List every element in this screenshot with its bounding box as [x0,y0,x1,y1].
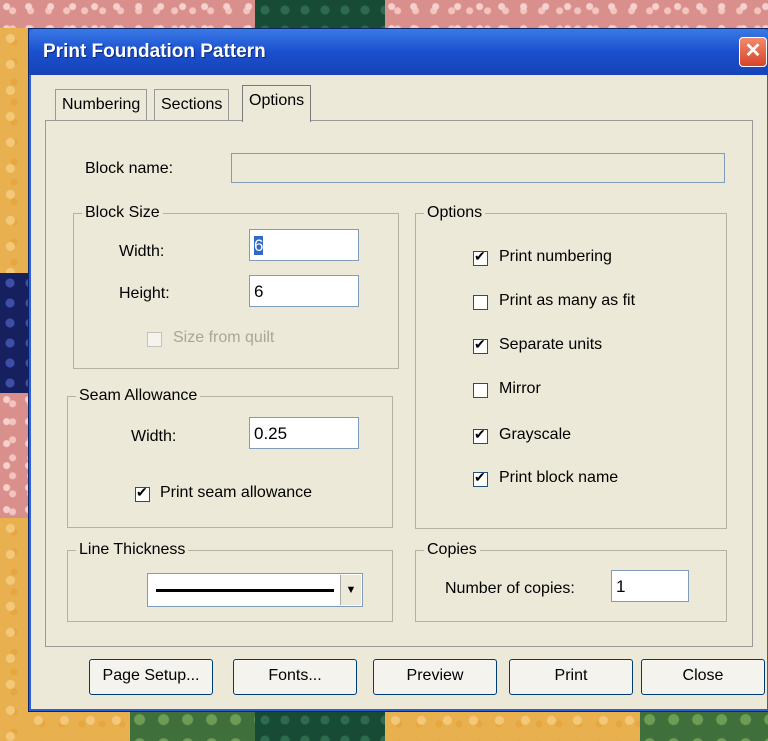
chevron-down-icon[interactable]: ▼ [340,575,361,605]
tab-numbering[interactable]: Numbering [55,89,148,120]
block-width-label: Width: [119,243,165,260]
seam-width-label: Width: [131,428,177,445]
print-block-name-label: Print block name [499,469,619,486]
print-block-name-checkbox[interactable] [473,469,488,487]
line-thickness-legend: Line Thickness [76,541,189,559]
title-bar[interactable]: Print Foundation Pattern ✕ [29,29,768,75]
close-icon[interactable]: ✕ [739,37,767,67]
dialog-title: Print Foundation Pattern [43,41,266,62]
block-width-input[interactable]: 6 [249,229,359,261]
print-button[interactable]: Print [509,659,633,695]
preview-button[interactable]: Preview [373,659,497,695]
mirror-label: Mirror [499,380,541,397]
grayscale-label: Grayscale [499,426,572,443]
page-setup-button[interactable]: Page Setup... [89,659,213,695]
tab-options[interactable]: Options [242,85,312,122]
print-seam-allowance-label: Print seam allowance [160,484,313,501]
size-from-quilt-label: Size from quilt [173,329,275,346]
mirror-checkbox[interactable] [473,383,488,398]
tab-options-label: Options [249,92,305,109]
block-name-label: Block name: [85,160,174,177]
number-of-copies-input[interactable]: 1 [611,570,689,602]
separate-units-checkbox[interactable] [473,336,488,354]
line-thickness-select[interactable]: ▼ [147,573,363,607]
print-numbering-label: Print numbering [499,248,612,265]
options-legend: Options [424,204,486,222]
separate-units-label: Separate units [499,336,603,353]
copies-legend: Copies [424,541,480,559]
block-height-label: Height: [119,285,170,302]
print-foundation-dialog: Print Foundation Pattern ✕ Numbering Sec… [28,28,768,712]
print-seam-allowance-checkbox[interactable] [135,484,150,502]
block-size-legend: Block Size [82,204,163,222]
seam-width-input[interactable]: 0.25 [249,417,359,449]
size-from-quilt-checkbox[interactable] [147,332,162,347]
print-numbering-checkbox[interactable] [473,248,488,266]
block-name-field[interactable] [231,153,725,183]
seam-allowance-group: Seam Allowance [67,387,393,528]
print-as-many-as-fit-checkbox[interactable] [473,295,488,310]
tab-sections[interactable]: Sections [154,89,230,120]
number-of-copies-label: Number of copies: [445,580,575,597]
seam-allowance-legend: Seam Allowance [76,387,201,405]
block-height-input[interactable]: 6 [249,275,359,307]
close-button[interactable]: Close [641,659,765,695]
print-as-many-as-fit-label: Print as many as fit [499,292,636,309]
fonts-button[interactable]: Fonts... [233,659,357,695]
grayscale-checkbox[interactable] [473,426,488,444]
line-thickness-sample [156,589,334,592]
tab-sections-label: Sections [161,96,223,113]
tab-numbering-label: Numbering [62,96,141,113]
